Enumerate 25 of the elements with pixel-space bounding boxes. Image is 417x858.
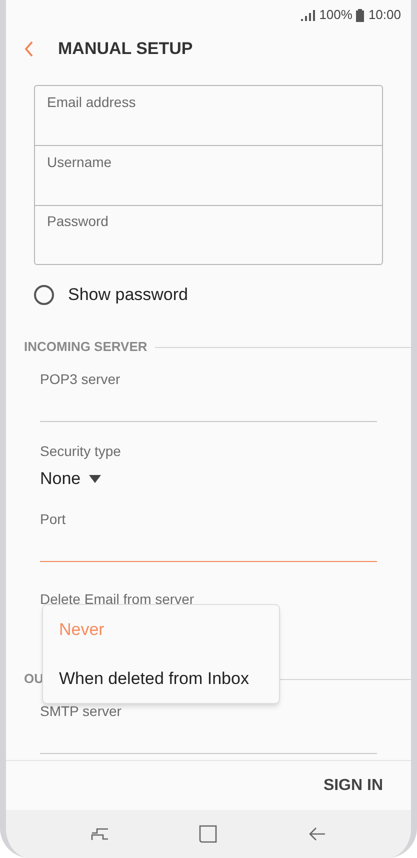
field-label: POP3 server [40,370,122,388]
back-icon[interactable] [308,827,326,841]
field-label: SMTP server [40,702,122,720]
security-dropdown[interactable]: None [40,468,101,490]
battery-icon [356,8,364,22]
field-label: Security type [40,442,122,460]
show-password-label: Show password [68,284,188,306]
account-field[interactable]: Email address [34,85,383,145]
section-heading: OU [24,670,44,688]
sign-in-button[interactable]: SIGN IN [323,774,383,798]
field-label: Port [40,510,67,528]
recents-icon[interactable] [91,827,110,841]
field-label: Delete Email from server [40,590,196,608]
account-field[interactable]: Password [34,205,383,265]
page-title: MANUAL SETUP [58,38,193,60]
caret-icon [88,475,101,483]
menu-option[interactable]: When deleted from Inbox [43,654,279,703]
signal-icon [301,10,316,20]
home-icon[interactable] [199,825,218,843]
section-heading: INCOMING SERVER [24,338,148,356]
radio-button[interactable] [34,285,54,305]
account-field[interactable]: Username [34,145,383,205]
battery-percent: 100% [319,6,352,24]
status-time: 10:00 [368,6,401,24]
back-chevron-icon [24,41,34,57]
